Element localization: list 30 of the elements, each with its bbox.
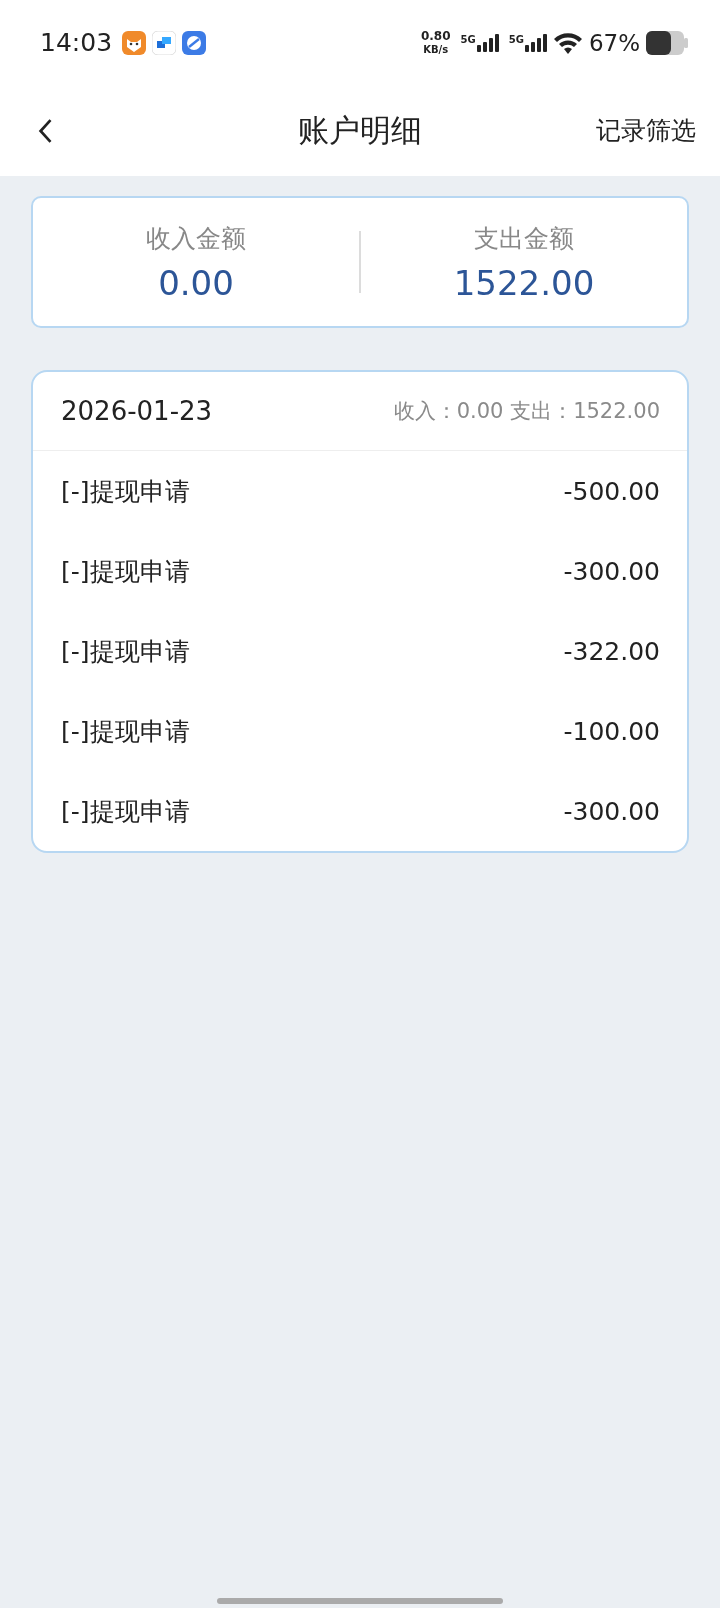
fox-app-icon: [122, 30, 147, 55]
chat-app-icon: [152, 30, 177, 55]
day-totals: 收入：0.00 支出：1522.00: [393, 398, 660, 425]
signal-icon: [524, 33, 547, 52]
filter-link[interactable]: 记录筛选: [596, 114, 696, 147]
record-amount: -322.00: [563, 636, 660, 666]
summary-label: 支出金额: [474, 222, 574, 255]
page-title: 账户明细: [298, 110, 422, 150]
record-title: [-]提现申请: [61, 475, 190, 508]
day-date: 2026-01-23: [61, 396, 213, 426]
summary-label: 收入金额: [146, 222, 246, 255]
battery-icon: [646, 30, 688, 55]
signal-icon: [476, 33, 499, 52]
record-amount: -300.00: [563, 796, 660, 826]
record-title: [-]提现申请: [61, 555, 190, 588]
summary-amount: 0.00: [158, 262, 234, 303]
record-title: [-]提现申请: [61, 795, 190, 828]
record-title: [-]提现申请: [61, 635, 190, 668]
summary-amount: 1522.00: [453, 262, 595, 303]
record-amount: -300.00: [563, 556, 660, 586]
network-speed: 0.80 KB/s: [420, 29, 451, 56]
record-amount: -100.00: [563, 716, 660, 746]
network-type: 5G: [508, 33, 524, 45]
battery-percent: 67%: [588, 29, 640, 56]
wifi-icon: [552, 30, 583, 55]
network-type: 5G: [460, 33, 476, 45]
record-title: [-]提现申请: [61, 715, 190, 748]
status-time: 14:03: [40, 28, 113, 57]
browser-app-icon: [182, 30, 207, 55]
record-amount: -500.00: [563, 476, 660, 506]
